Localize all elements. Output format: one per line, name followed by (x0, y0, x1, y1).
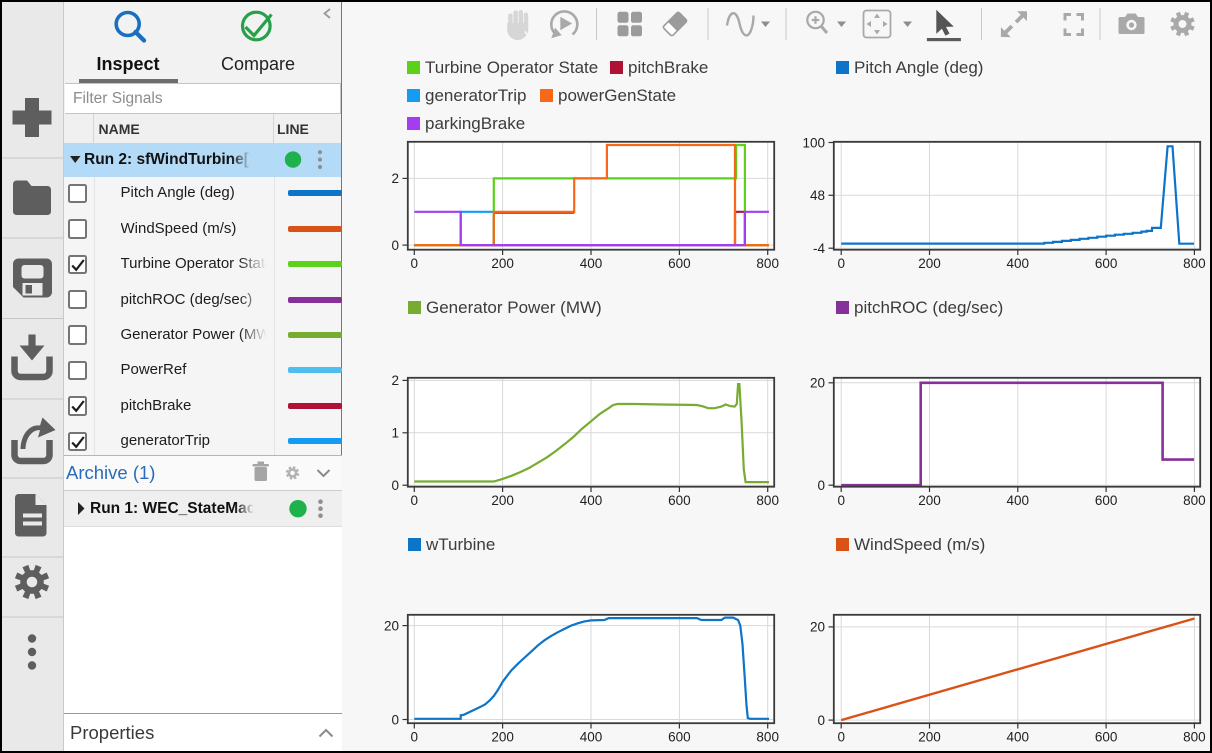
svg-text:100: 100 (802, 135, 825, 150)
svg-text:1: 1 (391, 426, 399, 441)
svg-text:200: 200 (918, 730, 941, 745)
svg-text:0: 0 (411, 730, 419, 745)
svg-text:800: 800 (756, 493, 779, 508)
svg-text:0: 0 (817, 713, 825, 728)
svg-text:600: 600 (668, 730, 691, 745)
svg-text:400: 400 (580, 493, 603, 508)
svg-text:2: 2 (391, 373, 399, 388)
svg-text:600: 600 (1095, 256, 1118, 271)
svg-text:600: 600 (668, 493, 691, 508)
svg-text:0: 0 (391, 478, 399, 493)
svg-text:800: 800 (756, 256, 779, 271)
svg-text:200: 200 (491, 493, 514, 508)
svg-text:2: 2 (391, 171, 399, 186)
svg-text:800: 800 (756, 730, 779, 745)
svg-text:600: 600 (668, 256, 691, 271)
svg-text:0: 0 (391, 712, 399, 727)
svg-text:0: 0 (391, 238, 399, 253)
svg-text:48: 48 (810, 188, 825, 203)
svg-text:20: 20 (384, 618, 399, 633)
svg-text:200: 200 (918, 493, 941, 508)
svg-text:20: 20 (810, 376, 825, 391)
svg-text:200: 200 (491, 256, 514, 271)
svg-text:400: 400 (580, 256, 603, 271)
svg-text:0: 0 (837, 493, 845, 508)
svg-text:800: 800 (1183, 493, 1206, 508)
svg-text:800: 800 (1183, 730, 1206, 745)
svg-text:400: 400 (580, 730, 603, 745)
svg-text:400: 400 (1007, 730, 1030, 745)
svg-text:0: 0 (817, 478, 825, 493)
svg-text:200: 200 (491, 730, 514, 745)
svg-text:600: 600 (1095, 730, 1118, 745)
svg-text:600: 600 (1095, 493, 1118, 508)
svg-text:400: 400 (1007, 256, 1030, 271)
svg-text:-4: -4 (813, 241, 825, 256)
svg-text:20: 20 (810, 620, 825, 635)
svg-text:800: 800 (1183, 256, 1206, 271)
svg-text:0: 0 (411, 493, 419, 508)
svg-text:400: 400 (1007, 493, 1030, 508)
svg-text:0: 0 (837, 730, 845, 745)
svg-text:200: 200 (918, 256, 941, 271)
svg-text:0: 0 (837, 256, 845, 271)
svg-text:0: 0 (411, 256, 419, 271)
